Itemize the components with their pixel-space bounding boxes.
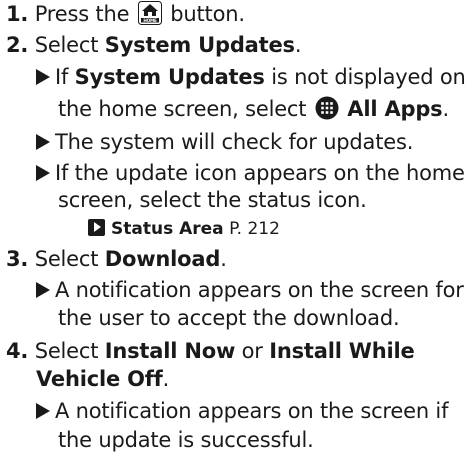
bullet-arrow-icon <box>36 69 50 85</box>
svg-text:HOME: HOME <box>143 18 157 23</box>
note-text: If the update icon appears on the home <box>55 161 465 185</box>
step-4-note-1: A notification appears on the screen if <box>36 398 448 424</box>
bullet-arrow-icon <box>36 165 50 181</box>
button-install-while-vehicle-off-cont: Vehicle Off <box>36 367 163 391</box>
step-4: 4. Select Install Now or Install While <box>6 338 415 364</box>
note-text: If <box>55 65 69 89</box>
step-text: button. <box>170 2 245 26</box>
bullet-arrow-icon <box>36 282 50 298</box>
step-number: 1. <box>6 2 29 26</box>
step-text: . <box>294 33 302 57</box>
step-text: . <box>162 367 170 391</box>
step-2-note-1-cont: the home screen, select All Apps. <box>58 96 449 122</box>
step-3-note-1-cont: the user to accept the download. <box>58 305 400 331</box>
reference-arrow-icon <box>88 219 105 236</box>
button-install-while-vehicle-off: Install While <box>269 339 415 363</box>
button-install-now: Install Now <box>104 339 236 363</box>
step-text: Select <box>34 339 99 363</box>
note-text: . <box>442 97 449 121</box>
note-text: A notification appears on the screen if <box>55 399 449 423</box>
step-3: 3. Select Download. <box>6 246 227 272</box>
note-text: The system will check for updates. <box>55 130 414 154</box>
step-text: . <box>220 247 227 271</box>
step-number: 4. <box>6 339 29 363</box>
step-text: Select <box>34 247 99 271</box>
menu-item-system-updates: System Updates <box>104 33 295 57</box>
step-4-note-1-cont: the update is successful. <box>58 427 314 453</box>
button-download: Download <box>104 247 221 271</box>
reference-title: Status Area <box>111 219 224 239</box>
step-3-note-1: A notification appears on the screen for <box>36 277 464 303</box>
menu-item-all-apps: All Apps <box>347 97 443 121</box>
step-text: Select <box>34 33 99 57</box>
step-number: 2. <box>6 33 29 57</box>
step-4-cont: Vehicle Off. <box>36 366 169 392</box>
step-2-note-1: If System Updates is not displayed on <box>36 64 466 90</box>
step-number: 3. <box>6 247 29 271</box>
step-2-note-2: The system will check for updates. <box>36 129 413 155</box>
step-2: 2. Select System Updates. <box>6 32 302 58</box>
home-button-icon: HOME <box>137 1 162 25</box>
reference-page: P. 212 <box>229 219 280 239</box>
step-1: 1. Press the HOME button. <box>6 1 245 27</box>
step-2-note-3: If the update icon appears on the home <box>36 160 465 186</box>
note-text: A notification appears on the screen for <box>55 278 464 302</box>
note-text: is not displayed on <box>271 65 466 89</box>
step-text: Press the <box>34 2 130 26</box>
bullet-arrow-icon <box>36 134 50 150</box>
menu-item-system-updates: System Updates <box>74 65 265 89</box>
step-2-note-3-cont: screen, select the status icon. <box>58 187 367 213</box>
note-text: screen, select the status icon. <box>58 188 367 212</box>
note-text: the update is successful. <box>58 428 314 452</box>
bullet-arrow-icon <box>36 403 50 419</box>
cross-reference: Status Area P. 212 <box>88 218 280 240</box>
note-text: the user to accept the download. <box>58 306 400 330</box>
all-apps-icon <box>315 96 339 120</box>
step-text: or <box>241 339 263 363</box>
note-text: the home screen, select <box>58 97 307 121</box>
